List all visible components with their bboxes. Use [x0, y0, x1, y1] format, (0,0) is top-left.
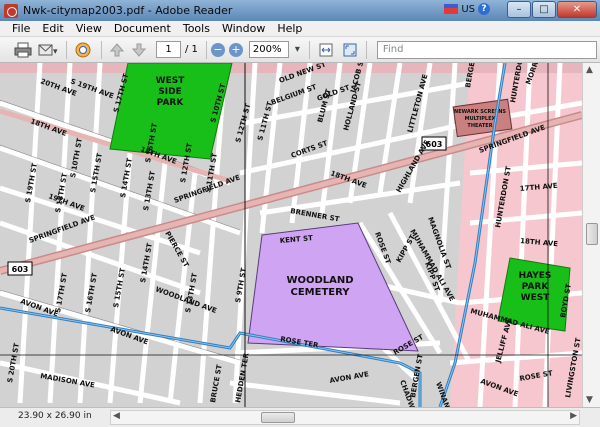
- page-size-label: 23.90 x 26.90 in: [18, 411, 92, 421]
- maximize-button[interactable]: □: [532, 1, 556, 18]
- toolbar-separator: [66, 40, 67, 59]
- route-603-shield-left: 603: [7, 261, 33, 276]
- theater-label-2: MULTIPLEX: [465, 116, 496, 122]
- page-total-label: / 1: [185, 44, 198, 55]
- language-indicator[interactable]: US ?: [444, 3, 490, 15]
- adobe-reader-icon: [4, 3, 18, 18]
- route-603-label-left: 603: [12, 265, 29, 274]
- zoom-out-button[interactable]: −: [210, 42, 225, 57]
- language-label: US: [461, 3, 475, 15]
- print-icon: [14, 42, 32, 57]
- toolbar-separator: [308, 40, 310, 59]
- svg-text:▾: ▾: [53, 47, 58, 57]
- page-number-input[interactable]: 1: [156, 41, 181, 58]
- document-viewer[interactable]: WEST SIDE PARK WOODLAND CEMETERY HAYES P…: [0, 63, 582, 407]
- cemetery-label-1: WOODLAND: [286, 275, 353, 286]
- hayes-label-3: WEST: [521, 293, 551, 303]
- print-button[interactable]: [10, 40, 36, 60]
- horizontal-scrollbar[interactable]: ◀ ▶: [110, 410, 580, 425]
- scroll-down-icon[interactable]: ▼: [586, 395, 593, 405]
- city-map: WEST SIDE PARK WOODLAND CEMETERY HAYES P…: [0, 63, 582, 407]
- menu-edit[interactable]: Edit: [36, 22, 69, 35]
- window-title: Nwk-citymap2003.pdf - Adobe Reader: [23, 4, 233, 17]
- menu-document[interactable]: Document: [108, 22, 177, 35]
- zoom-in-icon: +: [231, 43, 241, 56]
- zoom-in-button[interactable]: +: [228, 42, 243, 57]
- scroll-left-icon[interactable]: ◀: [113, 411, 120, 421]
- toolbar-separator: [205, 40, 207, 59]
- previous-page-button[interactable]: [106, 40, 128, 60]
- page-down-icon: [132, 43, 146, 57]
- theater-label-3: THEATER: [467, 123, 492, 129]
- search-doc-button[interactable]: [71, 40, 97, 60]
- hayes-label-1: HAYES: [519, 271, 552, 281]
- horizontal-scroll-thumb[interactable]: [261, 412, 295, 423]
- next-page-button[interactable]: [128, 40, 150, 60]
- zoom-out-icon: −: [213, 43, 223, 56]
- minimize-button[interactable]: –: [507, 1, 531, 18]
- close-button[interactable]: ✕: [557, 1, 597, 18]
- full-screen-icon: [343, 43, 357, 56]
- full-screen-button[interactable]: [338, 40, 362, 60]
- vertical-scroll-thumb[interactable]: [586, 223, 598, 245]
- scroll-right-icon[interactable]: ▶: [570, 411, 577, 421]
- menu-help[interactable]: Help: [271, 22, 308, 35]
- vertical-scrollbar[interactable]: ▲ ▼: [582, 63, 600, 407]
- page-up-icon: [110, 42, 124, 56]
- zoom-level-input[interactable]: 200%: [248, 41, 300, 58]
- window-titlebar: Nwk-citymap2003.pdf - Adobe Reader US ? …: [0, 0, 600, 21]
- cemetery-label-2: CEMETERY: [291, 287, 351, 298]
- email-button[interactable]: ▾: [36, 40, 62, 60]
- menu-bar: File Edit View Document Tools Window Hel…: [0, 21, 600, 37]
- fit-width-button[interactable]: [314, 40, 338, 60]
- menu-view[interactable]: View: [70, 22, 108, 35]
- park-label-park: PARK: [157, 98, 185, 108]
- toolbar-separator: [101, 40, 102, 59]
- menu-window[interactable]: Window: [216, 22, 271, 35]
- fit-width-icon: [319, 43, 333, 56]
- toolbar: ▾ 1 / 1 − + 200% Find: [0, 37, 600, 63]
- park-label-west: WEST: [156, 76, 186, 86]
- scroll-up-icon[interactable]: ▲: [586, 65, 593, 75]
- flag-icon: [444, 4, 459, 14]
- menu-tools[interactable]: Tools: [177, 22, 216, 35]
- park-label-side: SIDE: [158, 87, 181, 97]
- hayes-label-2: PARK: [522, 282, 550, 292]
- menu-file[interactable]: File: [6, 22, 36, 35]
- find-input[interactable]: Find: [376, 40, 597, 59]
- search-doc-icon: [75, 42, 91, 57]
- email-icon: ▾: [38, 44, 58, 57]
- help-icon[interactable]: ?: [478, 3, 490, 15]
- status-bar: 23.90 x 26.90 in ◀ ▶: [0, 407, 600, 427]
- toolbar-separator: [365, 40, 367, 59]
